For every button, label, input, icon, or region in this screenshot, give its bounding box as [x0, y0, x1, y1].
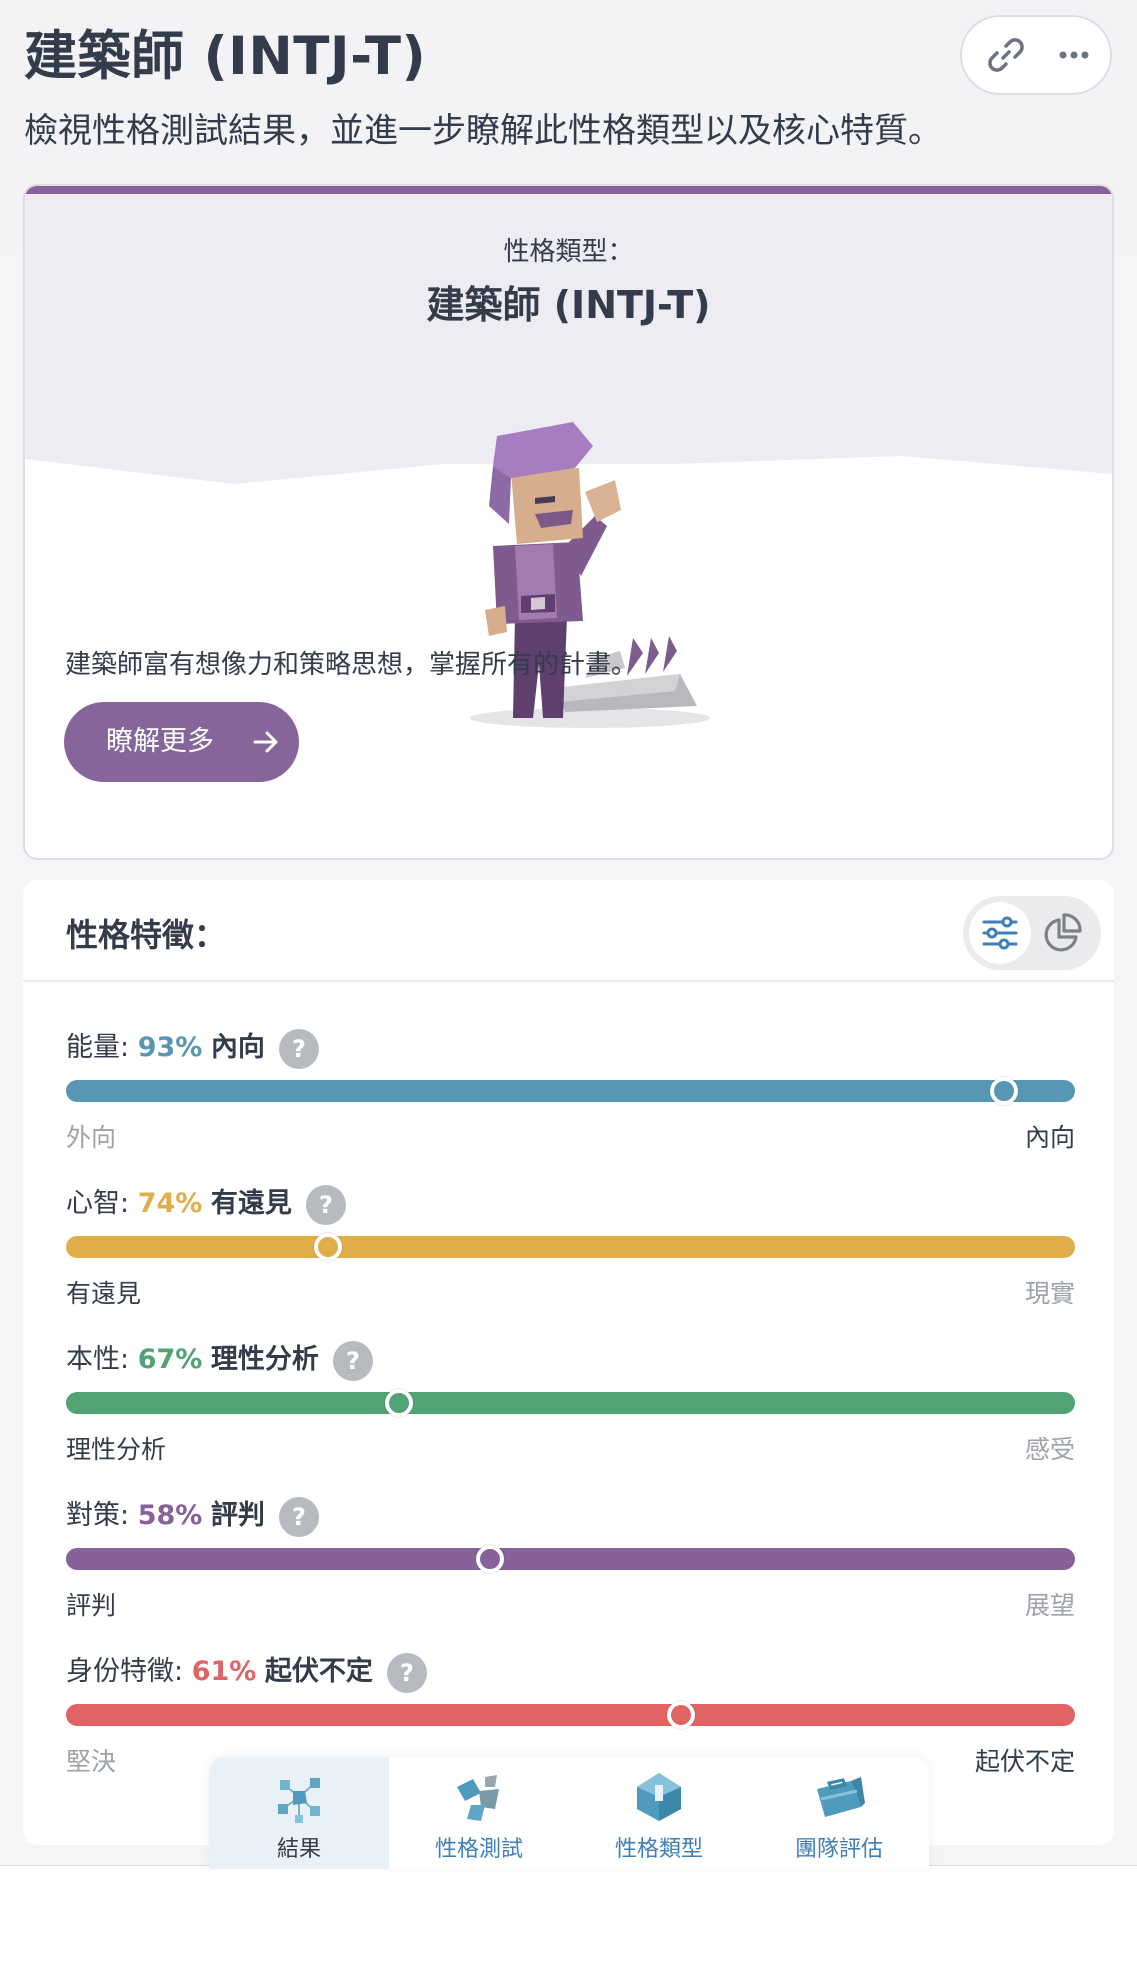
- trait-bar: [66, 1548, 1075, 1570]
- trait-pole-left: 堅決: [66, 1747, 117, 1776]
- pie-chart-icon: [1044, 913, 1082, 952]
- trait-name: 心智: [66, 1188, 120, 1219]
- trait-bar: [66, 1080, 1075, 1102]
- trait-slider-knob[interactable]: [475, 1545, 504, 1573]
- trait-heading: 能量: 93% 內向?: [66, 1028, 319, 1069]
- traits-title: 性格特徵：: [66, 916, 227, 954]
- trait-heading: 對策: 58% 評判?: [66, 1496, 319, 1537]
- link-icon[interactable]: [984, 33, 1028, 77]
- trait-pole-left: 有遠見: [66, 1279, 142, 1308]
- trait-row: 對策: 58% 評判? 評判 展望: [66, 1496, 1075, 1626]
- card-accent-bar: [25, 186, 1112, 194]
- trait-pole-right: 內向: [1024, 1123, 1075, 1152]
- trait-pole-left: 評判: [66, 1591, 117, 1620]
- nav-label-results: 結果: [276, 1837, 321, 1862]
- molecule-icon: [278, 1778, 320, 1823]
- help-icon[interactable]: ?: [332, 1340, 373, 1381]
- trait-slider-knob[interactable]: [990, 1077, 1019, 1105]
- more-icon[interactable]: [1056, 37, 1092, 73]
- nav-item-test[interactable]: 性格測試: [389, 1757, 569, 1869]
- nav-label-types: 性格類型: [614, 1837, 703, 1862]
- test-shapes-icon: [457, 1775, 499, 1821]
- nav-item-types[interactable]: 性格類型: [569, 1757, 749, 1869]
- trait-name: 能量: [66, 1032, 120, 1063]
- nav-item-results[interactable]: 結果: [209, 1757, 389, 1869]
- trait-dominant: 評判: [210, 1500, 265, 1531]
- trait-pole-right: 現實: [1024, 1279, 1075, 1308]
- personality-type-card: 性格類型： 建築師 (INTJ-T) 建築師富有想像力和策略思想，掌握所有的計畫…: [23, 184, 1114, 860]
- trait-pole-left: 理性分析: [66, 1435, 167, 1464]
- trait-pole-right: 展望: [1024, 1591, 1075, 1620]
- learn-more-label: 瞭解更多: [106, 726, 214, 757]
- nav-label-team: 團隊評估: [794, 1837, 883, 1862]
- trait-pole-left: 外向: [66, 1123, 117, 1152]
- traits-divider: [23, 980, 1114, 982]
- trait-heading: 本性: 67% 理性分析?: [66, 1340, 373, 1381]
- trait-percent: 67%: [137, 1344, 203, 1375]
- trait-percent: 61%: [191, 1656, 257, 1687]
- type-description: 建築師富有想像力和策略思想，掌握所有的計畫。: [65, 650, 638, 680]
- slider-view-option[interactable]: [969, 902, 1031, 964]
- type-label: 性格類型：: [503, 237, 634, 267]
- trait-dominant: 內向: [210, 1032, 265, 1063]
- trait-row: 能量: 93% 內向? 外向 內向: [66, 1028, 1075, 1158]
- bottom-navigation: 結果 性格測試 性格類型 團隊評估: [209, 1757, 929, 1869]
- trait-name: 本性: [66, 1344, 120, 1375]
- trait-percent: 93%: [137, 1032, 203, 1063]
- trait-slider-knob[interactable]: [667, 1701, 696, 1729]
- learn-more-button[interactable]: 瞭解更多: [64, 702, 299, 782]
- trait-slider-knob[interactable]: [314, 1233, 343, 1261]
- trait-row: 本性: 67% 理性分析? 理性分析 感受: [66, 1340, 1075, 1470]
- architect-avatar-illustration: [470, 422, 710, 728]
- trait-percent: 58%: [137, 1500, 203, 1531]
- type-name: 建築師 (INTJ-T): [426, 283, 711, 327]
- help-icon[interactable]: ?: [278, 1496, 319, 1537]
- trait-dominant: 理性分析: [210, 1344, 319, 1375]
- help-icon[interactable]: ?: [305, 1184, 346, 1225]
- trait-bar: [66, 1704, 1075, 1726]
- trait-percent: 74%: [137, 1188, 203, 1219]
- sliders-icon: [982, 916, 1018, 950]
- trait-heading: 身份特徵: 61% 起伏不定?: [66, 1652, 427, 1693]
- trait-pole-right: 感受: [1024, 1435, 1075, 1464]
- personality-traits-card: 性格特徵： 能量: 93% 內向? 外向 內向 心智: 74% 有遠見? 有遠見 現實 本性…: [23, 880, 1114, 1845]
- view-toggle: [963, 896, 1101, 970]
- trait-slider-knob[interactable]: [384, 1389, 413, 1417]
- trait-dominant: 起伏不定: [264, 1656, 373, 1687]
- nav-label-test: 性格測試: [434, 1837, 523, 1862]
- pie-view-option[interactable]: [1031, 902, 1093, 964]
- share-actions: [960, 15, 1112, 95]
- gem-icon: [637, 1773, 681, 1821]
- trait-pole-right: 起伏不定: [974, 1747, 1075, 1776]
- nav-item-team[interactable]: 團隊評估: [749, 1757, 929, 1869]
- trait-name: 對策: [66, 1500, 120, 1531]
- trait-dominant: 有遠見: [210, 1188, 292, 1219]
- trait-name: 身份特徵: [66, 1656, 174, 1687]
- trait-row: 心智: 74% 有遠見? 有遠見 現實: [66, 1184, 1075, 1314]
- page-title: 建築師 (INTJ-T): [24, 26, 427, 87]
- page-subtitle: 檢視性格測試結果，並進一步瞭解此性格類型以及核心特質。: [24, 111, 942, 151]
- help-icon[interactable]: ?: [386, 1652, 427, 1693]
- trait-bar: [66, 1392, 1075, 1414]
- arrow-right-icon: [253, 731, 278, 753]
- trait-heading: 心智: 74% 有遠見?: [66, 1184, 346, 1225]
- briefcase-icon: [817, 1777, 865, 1817]
- trait-bar: [66, 1236, 1075, 1258]
- help-icon[interactable]: ?: [278, 1028, 319, 1069]
